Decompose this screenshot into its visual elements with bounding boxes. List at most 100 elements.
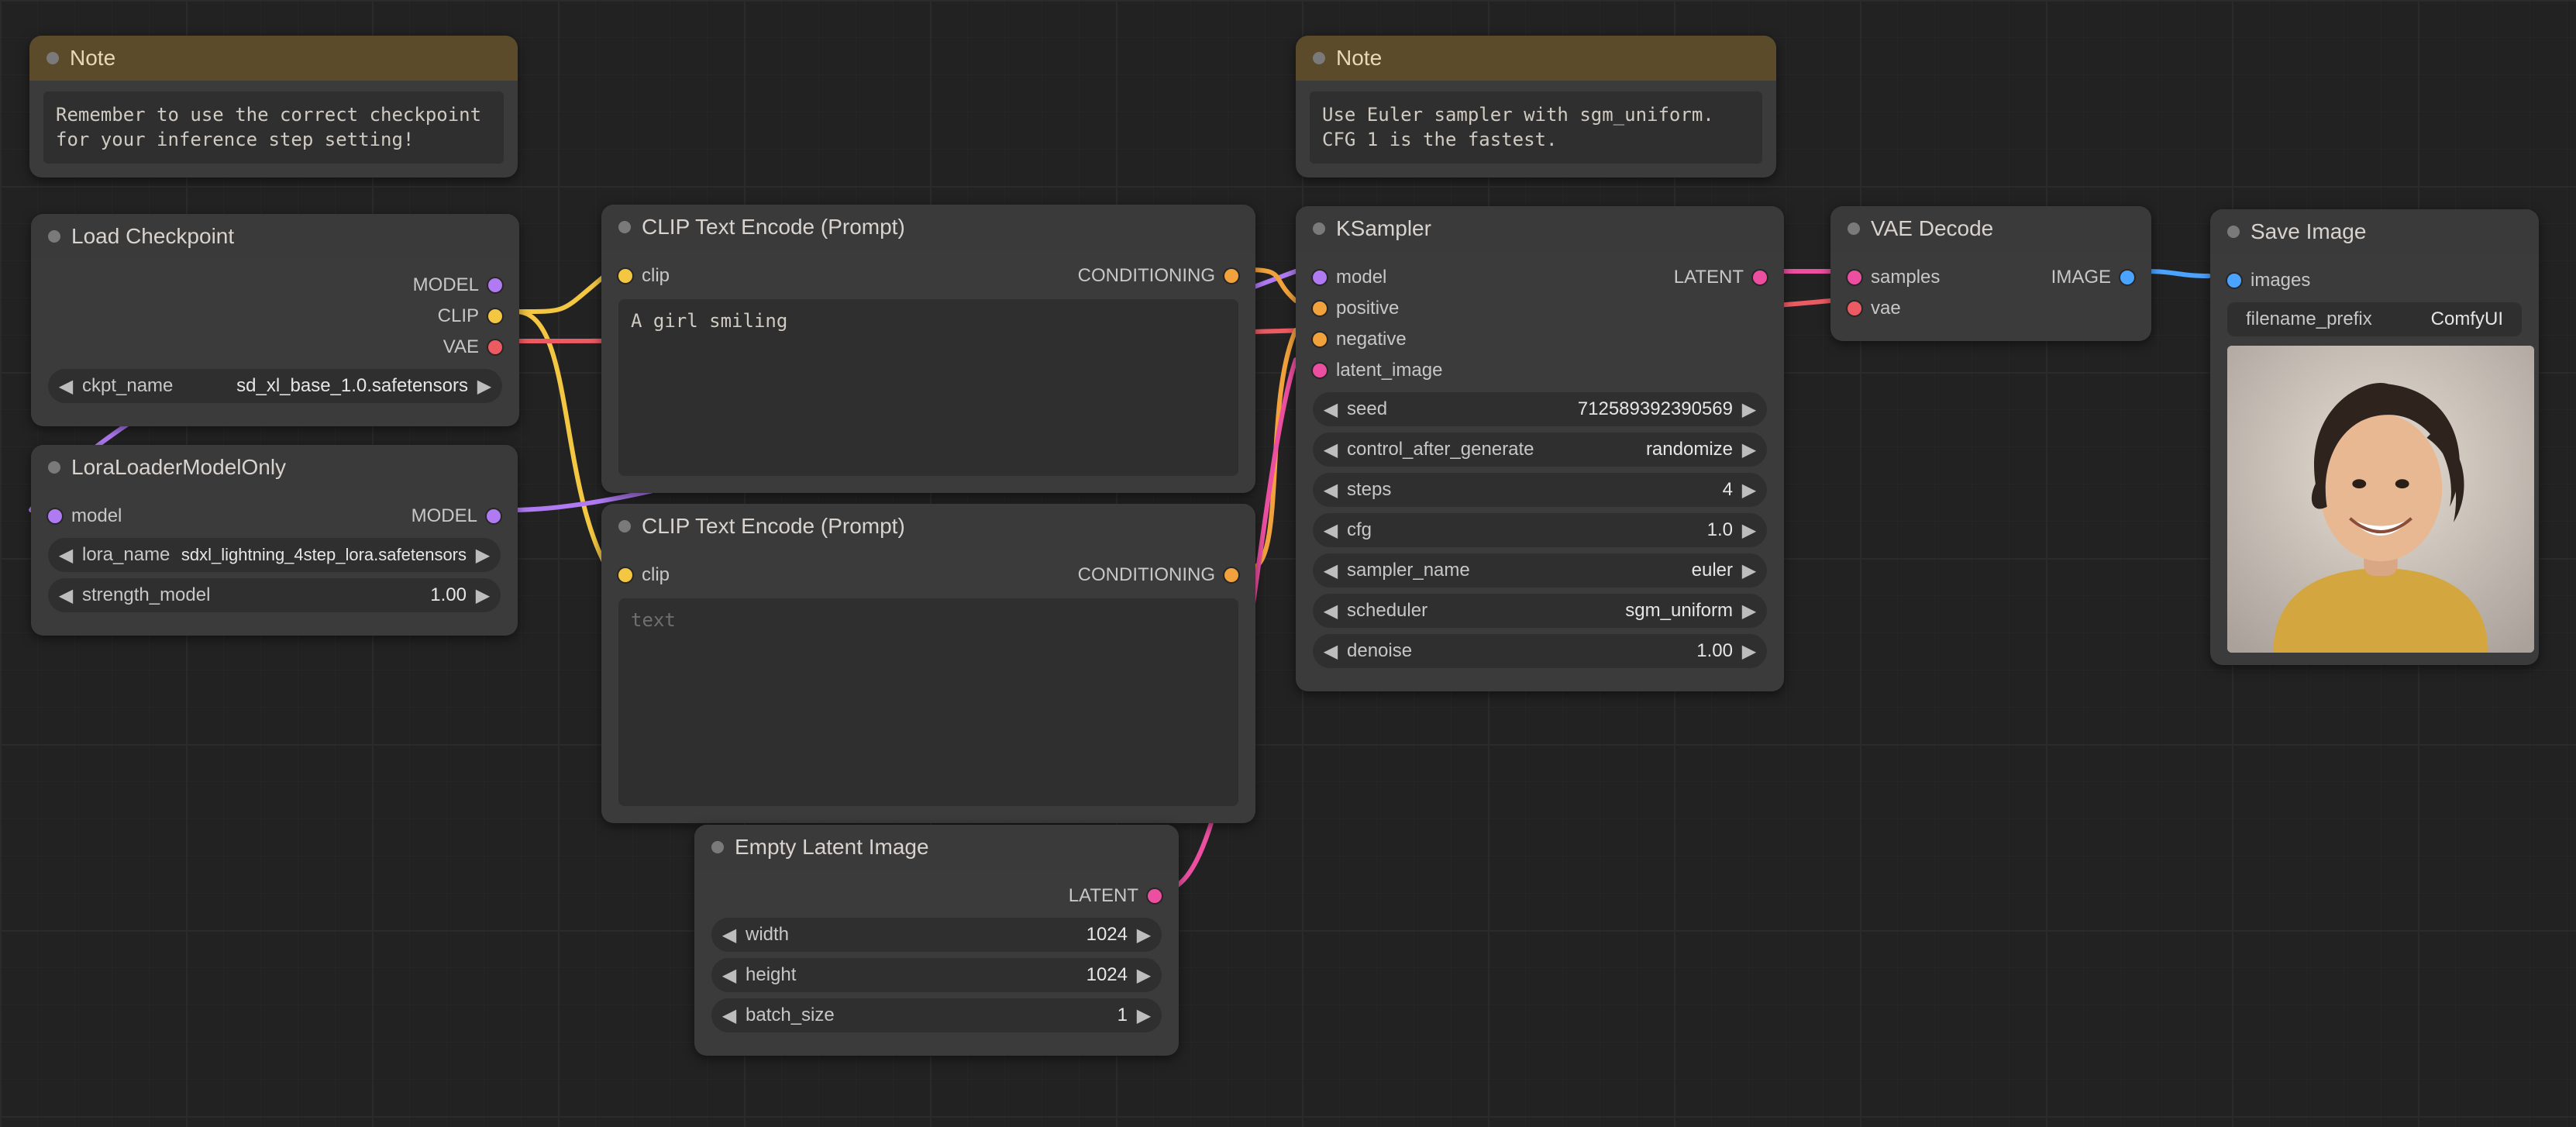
port-latent-out[interactable]: LATENT bbox=[711, 881, 1162, 912]
strength-model-widget[interactable]: ◀ strength_model 1.00 ▶ bbox=[48, 578, 501, 612]
port-conditioning-out[interactable]: CONDITIONING bbox=[1078, 560, 1238, 591]
port-positive-in[interactable]: positive bbox=[1313, 293, 1442, 324]
port-dot-clip[interactable] bbox=[488, 309, 502, 323]
negative-prompt-input[interactable]: text bbox=[618, 598, 1238, 806]
chevron-right-icon[interactable]: ▶ bbox=[473, 544, 493, 567]
chevron-right-icon[interactable]: ▶ bbox=[1134, 924, 1154, 946]
port-clip-in[interactable]: clip bbox=[618, 560, 670, 591]
chevron-right-icon[interactable]: ▶ bbox=[1739, 519, 1759, 542]
port-dot-model[interactable] bbox=[487, 509, 501, 523]
clip-positive-title[interactable]: CLIP Text Encode (Prompt) bbox=[601, 205, 1255, 250]
lora-loader-node[interactable]: LoraLoaderModelOnly model MODEL ◀ lora_n… bbox=[31, 445, 518, 636]
port-model-out[interactable]: MODEL bbox=[412, 501, 501, 532]
chevron-right-icon[interactable]: ▶ bbox=[1739, 640, 1759, 663]
save-image-title[interactable]: Save Image bbox=[2210, 209, 2539, 254]
load-checkpoint-node[interactable]: Load Checkpoint MODEL CLIP VAE ◀ ckpt_na… bbox=[31, 214, 519, 426]
batch-size-widget[interactable]: ◀ batch_size 1 ▶ bbox=[711, 998, 1162, 1032]
ksampler-title[interactable]: KSampler bbox=[1296, 206, 1784, 251]
chevron-left-icon[interactable]: ◀ bbox=[1321, 560, 1341, 582]
note-2-title[interactable]: Note bbox=[1296, 36, 1776, 81]
chevron-right-icon[interactable]: ▶ bbox=[1739, 439, 1759, 461]
chevron-right-icon[interactable]: ▶ bbox=[473, 584, 493, 607]
width-widget[interactable]: ◀ width 1024 ▶ bbox=[711, 918, 1162, 952]
port-dot-latent[interactable] bbox=[1753, 271, 1767, 284]
port-dot-conditioning[interactable] bbox=[1313, 333, 1327, 346]
port-dot-clip[interactable] bbox=[618, 568, 632, 582]
positive-prompt-input[interactable]: A girl smiling bbox=[618, 299, 1238, 476]
control-after-generate-widget[interactable]: ◀ control_after_generate randomize ▶ bbox=[1313, 433, 1767, 467]
note-1-title[interactable]: Note bbox=[29, 36, 518, 81]
chevron-left-icon[interactable]: ◀ bbox=[719, 924, 739, 946]
chevron-right-icon[interactable]: ▶ bbox=[1739, 398, 1759, 421]
chevron-left-icon[interactable]: ◀ bbox=[56, 544, 76, 567]
clip-negative-title[interactable]: CLIP Text Encode (Prompt) bbox=[601, 504, 1255, 549]
port-model-in[interactable]: model bbox=[48, 501, 122, 532]
port-dot-image[interactable] bbox=[2120, 271, 2134, 284]
port-conditioning-out[interactable]: CONDITIONING bbox=[1078, 260, 1238, 291]
chevron-left-icon[interactable]: ◀ bbox=[56, 584, 76, 607]
chevron-right-icon[interactable]: ▶ bbox=[1134, 1005, 1154, 1027]
vae-decode-node[interactable]: VAE Decode samples vae IMAGE bbox=[1830, 206, 2151, 341]
chevron-right-icon[interactable]: ▶ bbox=[1134, 964, 1154, 987]
height-widget[interactable]: ◀ height 1024 ▶ bbox=[711, 958, 1162, 992]
clip-positive-node[interactable]: CLIP Text Encode (Prompt) clip CONDITION… bbox=[601, 205, 1255, 493]
seed-widget[interactable]: ◀ seed 712589392390569 ▶ bbox=[1313, 392, 1767, 426]
note-1[interactable]: Note Remember to use the correct checkpo… bbox=[29, 36, 518, 177]
lora-loader-title[interactable]: LoraLoaderModelOnly bbox=[31, 445, 518, 490]
port-latent-image-in[interactable]: latent_image bbox=[1313, 355, 1442, 386]
ckpt-name-widget[interactable]: ◀ ckpt_name sd_xl_base_1.0.safetensors ▶ bbox=[48, 369, 502, 403]
port-image-out[interactable]: IMAGE bbox=[2051, 262, 2134, 293]
chevron-left-icon[interactable]: ◀ bbox=[1321, 640, 1341, 663]
chevron-left-icon[interactable]: ◀ bbox=[1321, 439, 1341, 461]
note-2-body[interactable]: Use Euler sampler with sgm_uniform. CFG … bbox=[1310, 91, 1762, 164]
filename-prefix-widget[interactable]: filename_prefix ComfyUI bbox=[2227, 302, 2522, 336]
clip-negative-node[interactable]: CLIP Text Encode (Prompt) clip CONDITION… bbox=[601, 504, 1255, 823]
chevron-right-icon[interactable]: ▶ bbox=[474, 375, 494, 398]
chevron-left-icon[interactable]: ◀ bbox=[1321, 519, 1341, 542]
chevron-right-icon[interactable]: ▶ bbox=[1739, 479, 1759, 501]
sampler-name-widget[interactable]: ◀ sampler_name euler ▶ bbox=[1313, 553, 1767, 588]
save-image-node[interactable]: Save Image images filename_prefix ComfyU… bbox=[2210, 209, 2539, 665]
chevron-left-icon[interactable]: ◀ bbox=[1321, 479, 1341, 501]
port-samples-in[interactable]: samples bbox=[1848, 262, 1940, 293]
lora-name-widget[interactable]: ◀ lora_name sdxl_lightning_4step_lora.sa… bbox=[48, 538, 501, 572]
chevron-left-icon[interactable]: ◀ bbox=[56, 375, 76, 398]
port-model-in[interactable]: model bbox=[1313, 262, 1442, 293]
chevron-left-icon[interactable]: ◀ bbox=[719, 964, 739, 987]
port-dot-image[interactable] bbox=[2227, 274, 2241, 288]
port-clip-in[interactable]: clip bbox=[618, 260, 670, 291]
port-dot-conditioning[interactable] bbox=[1224, 568, 1238, 582]
port-dot-model[interactable] bbox=[488, 278, 502, 292]
chevron-left-icon[interactable]: ◀ bbox=[1321, 398, 1341, 421]
note-1-body[interactable]: Remember to use the correct checkpoint f… bbox=[43, 91, 504, 164]
port-dot-conditioning[interactable] bbox=[1313, 302, 1327, 315]
port-dot-model[interactable] bbox=[48, 509, 62, 523]
vae-decode-title[interactable]: VAE Decode bbox=[1830, 206, 2151, 251]
port-dot-latent[interactable] bbox=[1148, 889, 1162, 903]
node-canvas[interactable]: Note Remember to use the correct checkpo… bbox=[0, 0, 2576, 1127]
port-dot-vae[interactable] bbox=[1848, 302, 1861, 315]
port-vae-out[interactable]: VAE bbox=[48, 332, 502, 363]
port-model-out[interactable]: MODEL bbox=[48, 270, 502, 301]
port-dot-model[interactable] bbox=[1313, 271, 1327, 284]
chevron-left-icon[interactable]: ◀ bbox=[1321, 600, 1341, 622]
steps-widget[interactable]: ◀ steps 4 ▶ bbox=[1313, 473, 1767, 507]
port-dot-latent[interactable] bbox=[1848, 271, 1861, 284]
empty-latent-node[interactable]: Empty Latent Image LATENT ◀ width 1024 ▶… bbox=[694, 825, 1179, 1056]
port-clip-out[interactable]: CLIP bbox=[48, 301, 502, 332]
note-2[interactable]: Note Use Euler sampler with sgm_uniform.… bbox=[1296, 36, 1776, 177]
port-images-in[interactable]: images bbox=[2227, 265, 2522, 296]
chevron-right-icon[interactable]: ▶ bbox=[1739, 560, 1759, 582]
port-dot-vae[interactable] bbox=[488, 340, 502, 354]
port-vae-in[interactable]: vae bbox=[1848, 293, 1940, 324]
load-checkpoint-title[interactable]: Load Checkpoint bbox=[31, 214, 519, 259]
output-image-preview[interactable] bbox=[2227, 346, 2534, 653]
chevron-left-icon[interactable]: ◀ bbox=[719, 1005, 739, 1027]
chevron-right-icon[interactable]: ▶ bbox=[1739, 600, 1759, 622]
port-latent-out[interactable]: LATENT bbox=[1674, 262, 1767, 293]
port-dot-latent[interactable] bbox=[1313, 364, 1327, 377]
ksampler-node[interactable]: KSampler model positive negative la bbox=[1296, 206, 1784, 691]
empty-latent-title[interactable]: Empty Latent Image bbox=[694, 825, 1179, 870]
denoise-widget[interactable]: ◀ denoise 1.00 ▶ bbox=[1313, 634, 1767, 668]
port-dot-clip[interactable] bbox=[618, 269, 632, 283]
